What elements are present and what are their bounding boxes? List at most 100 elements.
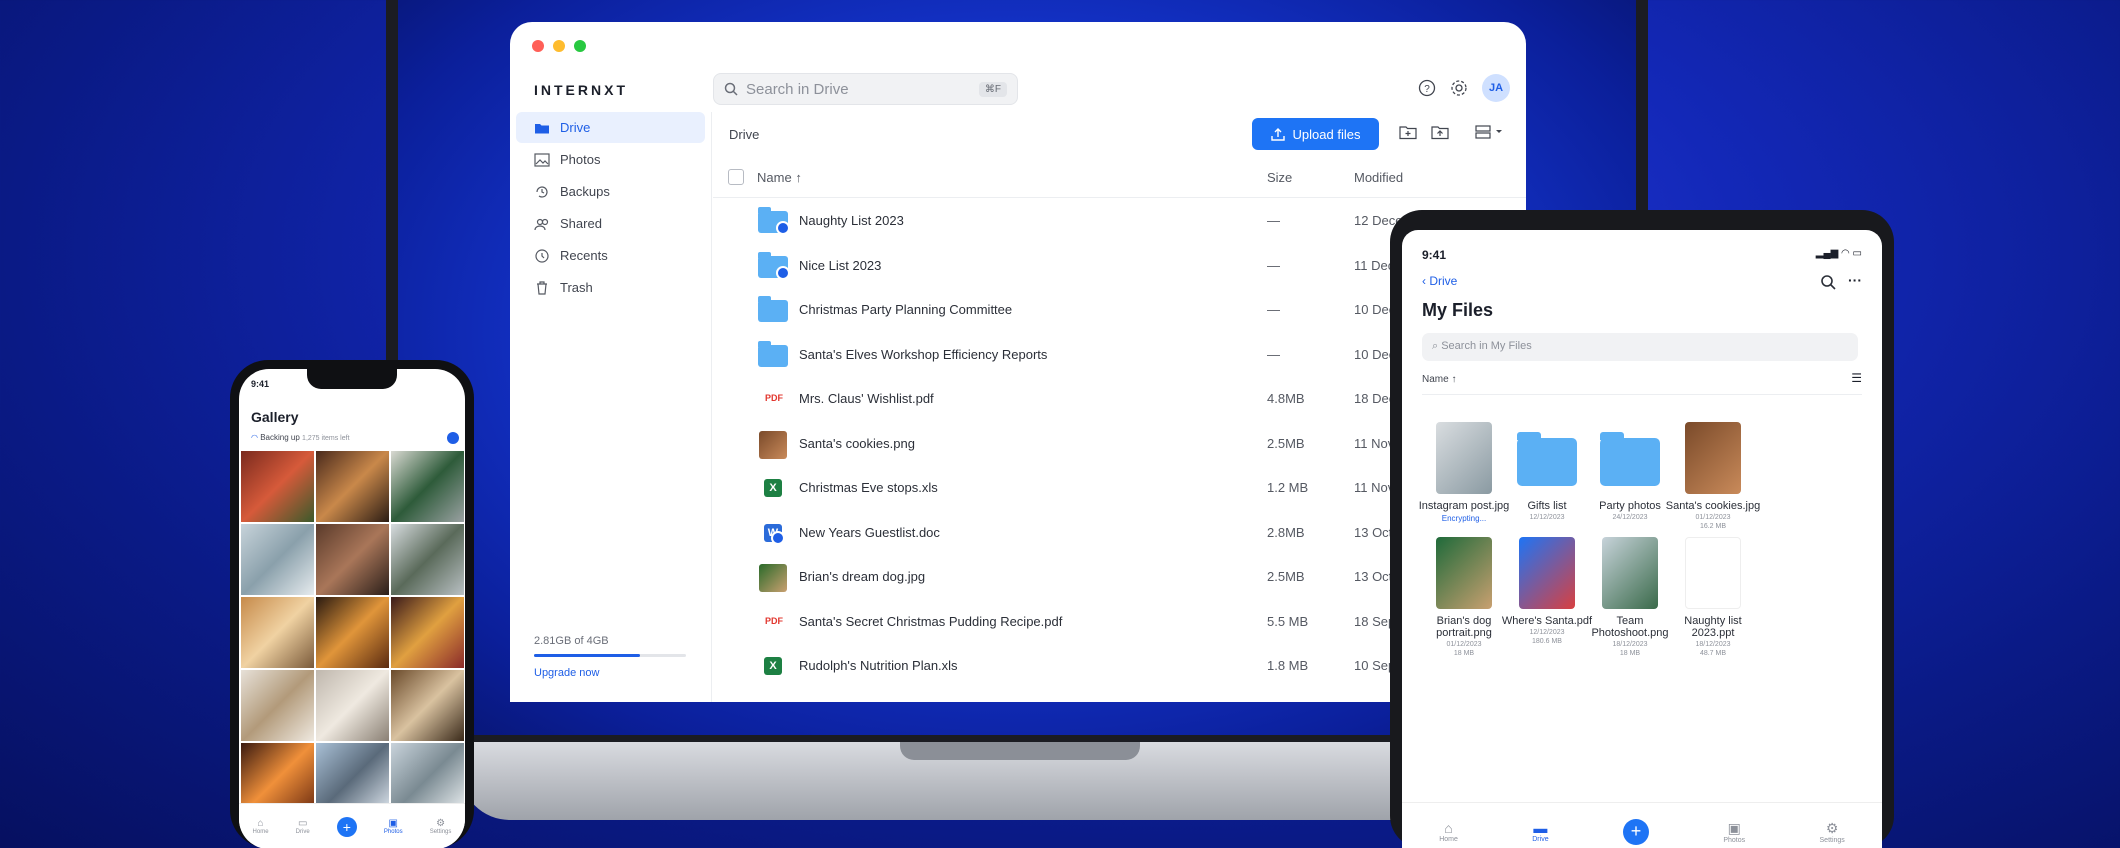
upload-icon: [1270, 128, 1285, 141]
search-shortcut-badge: ⌘F: [978, 81, 1007, 97]
file-name: Naughty List 2023: [799, 213, 904, 228]
upload-folder-icon[interactable]: [1431, 124, 1449, 140]
list-view-icon[interactable]: ☰: [1851, 371, 1862, 385]
select-all-checkbox[interactable]: [728, 169, 744, 185]
laptop-hinge: [900, 742, 1140, 760]
sidebar-item-recents[interactable]: Recents: [516, 240, 705, 271]
back-button[interactable]: ‹ Drive: [1422, 274, 1457, 288]
column-size-header[interactable]: Size: [1267, 170, 1292, 185]
folder-icon: [1517, 432, 1577, 486]
file-size: —: [1267, 257, 1280, 273]
drive-window: INTERNXT Search in Drive ⌘F ? JA Drive P…: [510, 22, 1526, 702]
phone-screen: 9:41 Gallery ◠ Backing up 1,275 items le…: [239, 369, 465, 848]
app-logo: INTERNXT: [534, 82, 628, 98]
grid-item[interactable]: Naughty list 2023.ppt 18/12/2023 48.7 MB: [1663, 537, 1763, 657]
help-icon[interactable]: ?: [1418, 79, 1436, 97]
column-modified-header[interactable]: Modified: [1354, 170, 1403, 185]
grid-item[interactable]: Santa's cookies.jpg 01/12/2023 16.2 MB: [1663, 422, 1763, 530]
photo-thumbnail[interactable]: [240, 451, 314, 522]
file-size: 2.5MB: [1267, 435, 1305, 451]
photo-thumbnail[interactable]: [315, 670, 389, 741]
sidebar-item-drive[interactable]: Drive: [516, 112, 705, 143]
photo-thumbnail[interactable]: [315, 451, 389, 522]
photo-grid: [239, 451, 465, 814]
photo-thumbnail[interactable]: [240, 597, 314, 668]
file-type-icon: [757, 294, 789, 326]
tablet-screen: 9:41 ▂▄▆ ◠ ▭ ‹ Drive ··· My Files ⌕ Sear…: [1402, 230, 1882, 848]
pause-backup-icon[interactable]: [447, 432, 459, 444]
image-thumbnail: [759, 430, 787, 459]
item-date: 01/12/2023: [1695, 514, 1731, 521]
folder-icon: [758, 340, 788, 367]
photo-thumbnail[interactable]: [390, 670, 464, 741]
shared-badge-icon: [776, 265, 790, 280]
photo-thumbnail[interactable]: [240, 524, 314, 595]
sort-button[interactable]: Name ↑: [1422, 374, 1456, 385]
breadcrumb[interactable]: Drive: [729, 127, 759, 142]
search-input[interactable]: ⌕ Search in My Files: [1422, 333, 1858, 361]
tablet-device: 9:41 ▂▄▆ ◠ ▭ ‹ Drive ··· My Files ⌕ Sear…: [1390, 210, 1894, 848]
page-title: My Files: [1422, 300, 1494, 320]
tablet-tab-bar: ⌂ Home ▬ Drive + ▣ Photos ⚙ Settings: [1402, 802, 1882, 848]
photo-thumbnail[interactable]: [240, 670, 314, 741]
back-label: Drive: [1429, 274, 1458, 288]
upload-files-button[interactable]: Upload files: [1252, 118, 1379, 150]
storage-progress-fill: [534, 654, 641, 657]
tablet-tab-home[interactable]: ⌂ Home: [1439, 820, 1458, 843]
user-avatar[interactable]: JA: [1482, 74, 1510, 102]
photo-thumbnail[interactable]: [315, 524, 389, 595]
settings-gear-icon[interactable]: [1450, 79, 1468, 97]
gear-icon: ⚙: [1825, 819, 1839, 836]
photo-thumbnail[interactable]: [315, 597, 389, 668]
photo-thumbnail[interactable]: [390, 597, 464, 668]
tablet-tab-settings[interactable]: ⚙ Settings: [1820, 820, 1845, 844]
file-type-icon: [757, 250, 790, 282]
folder-icon: [1600, 432, 1660, 486]
phone-tab-settings[interactable]: ⚙ Settings: [430, 818, 452, 835]
phone-tab-photos[interactable]: ▣ Photos: [384, 818, 403, 835]
maximize-window-button[interactable]: [574, 40, 586, 52]
minimize-window-button[interactable]: [553, 40, 565, 52]
phone-tab-bar: ⌂ Home ▭ Drive + ▣ Photos ⚙ Settings: [239, 803, 465, 848]
close-window-button[interactable]: [532, 40, 544, 52]
item-name: Naughty list 2023.ppt: [1684, 615, 1742, 639]
backup-items-count: 1,275 items left: [302, 435, 350, 442]
sidebar-item-photos[interactable]: Photos: [516, 144, 705, 175]
excel-file-icon: X: [764, 657, 782, 675]
tablet-status-time: 9:41: [1422, 248, 1447, 262]
image-thumbnail: [759, 564, 787, 592]
search-icon[interactable]: [1820, 274, 1836, 290]
upgrade-link[interactable]: Upgrade now: [534, 667, 686, 679]
folder-icon: [758, 296, 788, 322]
file-thumbnail: [1602, 537, 1658, 609]
photo-thumbnail[interactable]: [390, 524, 464, 595]
file-type-icon: X: [757, 472, 789, 504]
users-icon: [534, 218, 549, 230]
view-toggle-icon[interactable]: [1475, 124, 1505, 140]
table-header: Name ↑ Size Modified: [713, 156, 1526, 198]
column-name-header[interactable]: Name ↑: [757, 170, 802, 185]
tablet-tab-photos[interactable]: ▣ Photos: [1723, 820, 1745, 844]
folder-icon: ▬: [1533, 820, 1548, 836]
phone-device: 9:41 Gallery ◠ Backing up 1,275 items le…: [230, 360, 474, 848]
file-name: Santa's cookies.png: [799, 435, 915, 451]
new-folder-icon[interactable]: [1399, 124, 1417, 140]
item-name: Santa's cookies.jpg: [1665, 500, 1761, 512]
sidebar-item-trash[interactable]: Trash: [516, 272, 705, 303]
add-button[interactable]: +: [336, 816, 357, 837]
storage-progress-bar: [534, 654, 686, 657]
tab-label: Home: [252, 829, 269, 835]
add-button[interactable]: +: [1622, 818, 1649, 845]
file-type-icon: [757, 339, 789, 371]
search-input[interactable]: Search in Drive ⌘F: [713, 73, 1018, 105]
phone-tab-drive[interactable]: ▭ Drive: [296, 818, 310, 835]
phone-tab-home[interactable]: ⌂ Home: [253, 818, 269, 835]
more-options-icon[interactable]: ···: [1848, 272, 1862, 288]
photo-thumbnail[interactable]: [390, 451, 464, 522]
sidebar-item-backups[interactable]: Backups: [516, 176, 705, 207]
backup-status-text: Backing up: [260, 433, 300, 442]
sidebar-item-shared[interactable]: Shared: [516, 208, 705, 239]
tablet-tab-drive[interactable]: ▬ Drive: [1532, 820, 1548, 843]
tab-label: Photos: [1723, 836, 1746, 844]
file-thumbnail: [1436, 422, 1492, 494]
